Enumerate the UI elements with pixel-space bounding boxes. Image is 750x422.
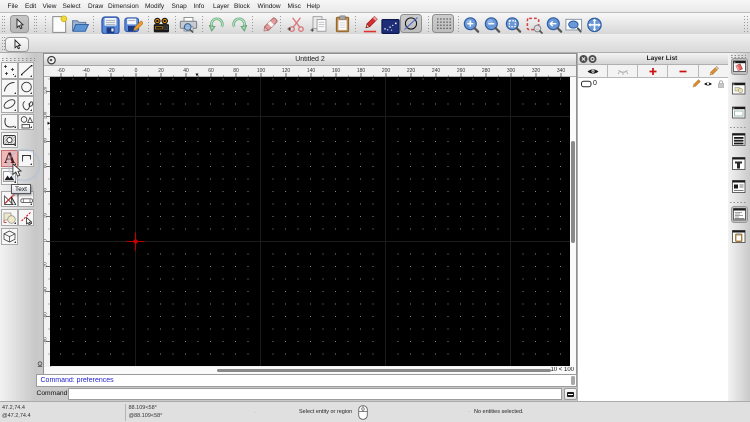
svg-text:140: 140 (307, 68, 316, 74)
svg-text:120: 120 (44, 86, 48, 94)
svg-text:160: 160 (332, 68, 341, 74)
svg-text:340: 340 (557, 68, 566, 74)
svg-text:100: 100 (44, 111, 48, 119)
svg-text:40: 40 (44, 188, 48, 194)
svg-text:60: 60 (208, 68, 214, 74)
svg-text:-20: -20 (44, 262, 48, 269)
svg-text:280: 280 (482, 68, 491, 74)
svg-text:-40: -40 (82, 68, 89, 74)
svg-text:240: 240 (432, 68, 441, 74)
svg-text:180: 180 (357, 68, 366, 74)
svg-text:40: 40 (183, 68, 189, 74)
svg-text:-60: -60 (44, 312, 48, 319)
svg-text:0: 0 (135, 68, 138, 74)
svg-text:-40: -40 (44, 287, 48, 294)
svg-text:120: 120 (282, 68, 291, 74)
svg-text:220: 220 (407, 68, 416, 74)
svg-text:-80: -80 (44, 337, 48, 344)
svg-text:320: 320 (532, 68, 541, 74)
svg-text:20: 20 (44, 213, 48, 219)
svg-text:20: 20 (158, 68, 164, 74)
svg-text:80: 80 (233, 68, 239, 74)
svg-text:80: 80 (44, 138, 48, 144)
svg-text:100: 100 (257, 68, 266, 74)
svg-text:300: 300 (507, 68, 516, 74)
svg-text:0: 0 (44, 239, 48, 242)
svg-text:-20: -20 (107, 68, 114, 74)
svg-text:260: 260 (457, 68, 466, 74)
svg-text:200: 200 (382, 68, 391, 74)
svg-text:-60: -60 (57, 68, 64, 74)
svg-text:60: 60 (44, 163, 48, 169)
